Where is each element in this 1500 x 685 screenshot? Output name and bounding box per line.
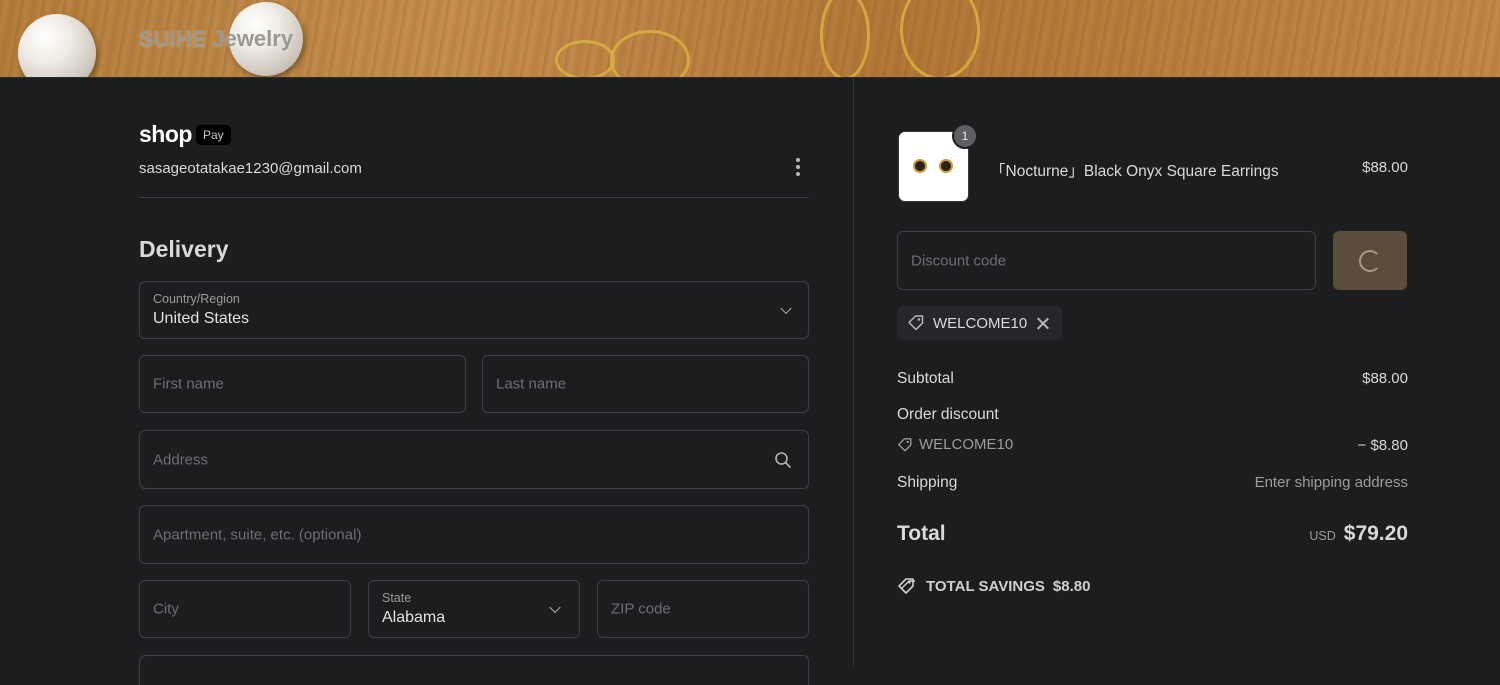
- chain-decoration: [555, 40, 615, 77]
- loading-spinner-icon: [1359, 250, 1381, 272]
- subtotal-value: $88.00: [1362, 370, 1408, 387]
- pearl-decoration: [18, 14, 96, 77]
- chevron-down-icon: [780, 302, 792, 315]
- address-placeholder: Address: [153, 451, 209, 468]
- last-name-input[interactable]: Last name: [482, 355, 809, 413]
- zip-placeholder: ZIP code: [611, 600, 671, 618]
- discount-code-input[interactable]: Discount code: [897, 231, 1316, 290]
- phone-input[interactable]: [139, 655, 809, 685]
- delivery-heading: Delivery: [139, 236, 229, 262]
- quantity-badge: 1: [952, 123, 978, 149]
- account-email: sasageotatakae1230@gmail.com: [139, 160, 362, 177]
- country-label: Country/Region: [153, 292, 240, 306]
- total-currency: USD: [1309, 529, 1336, 543]
- address-input[interactable]: Address: [139, 430, 809, 489]
- order-summary-panel: 1 「Nocturne」Black Onyx Square Earrings $…: [855, 78, 1500, 666]
- country-select[interactable]: Country/Region United States: [139, 281, 809, 339]
- first-name-input[interactable]: First name: [139, 355, 466, 413]
- search-icon[interactable]: [774, 451, 792, 469]
- state-label: State: [382, 591, 412, 605]
- store-banner: SUIHE Jewelry: [0, 0, 1500, 78]
- total-amount: $79.20: [1343, 522, 1408, 545]
- tag-icon: [898, 437, 912, 451]
- total-label: Total: [897, 522, 946, 545]
- order-discount-label: Order discount: [897, 406, 999, 423]
- total-savings-row: TOTAL SAVINGS $8.80: [897, 577, 1090, 595]
- shop-wordmark: shop: [139, 121, 192, 147]
- more-options-icon[interactable]: [790, 156, 806, 178]
- discount-code-placeholder: Discount code: [911, 252, 1007, 269]
- city-placeholder: City: [153, 600, 179, 618]
- applied-discount-chip: WELCOME10: [897, 306, 1062, 340]
- apartment-input[interactable]: Apartment, suite, etc. (optional): [139, 505, 809, 564]
- city-input[interactable]: City: [139, 580, 351, 638]
- earring-image: [915, 161, 925, 171]
- subtotal-label: Subtotal: [897, 370, 954, 387]
- applied-discount-code: WELCOME10: [933, 314, 1028, 332]
- last-name-placeholder: Last name: [496, 375, 567, 393]
- tag-icon: [908, 315, 924, 331]
- apply-discount-button[interactable]: [1333, 231, 1407, 290]
- chain-decoration: [900, 0, 980, 77]
- zip-input[interactable]: ZIP code: [597, 580, 809, 638]
- savings-tag-icon: [898, 578, 915, 594]
- product-price: $88.00: [1362, 159, 1408, 176]
- first-name-placeholder: First name: [153, 375, 224, 393]
- checkout-form-panel: shop Pay sasageotatakae1230@gmail.com De…: [0, 78, 854, 685]
- discount-amount: − $8.80: [1357, 437, 1408, 454]
- remove-discount-icon[interactable]: [1036, 317, 1049, 330]
- earring-image: [941, 161, 951, 171]
- shipping-label: Shipping: [897, 474, 958, 491]
- apartment-placeholder: Apartment, suite, etc. (optional): [153, 526, 362, 543]
- divider: [139, 197, 809, 198]
- shop-pay-logo: shop Pay: [139, 121, 231, 148]
- chain-decoration: [610, 30, 690, 77]
- shipping-value: Enter shipping address: [1254, 474, 1408, 491]
- country-value: United States: [153, 310, 250, 327]
- discount-code-row: WELCOME10: [897, 436, 1013, 453]
- state-value: Alabama: [382, 609, 446, 626]
- total-savings-amount: $8.80: [1052, 577, 1091, 595]
- discount-code-name: WELCOME10: [919, 436, 1014, 453]
- chevron-down-icon: [549, 601, 561, 614]
- pay-badge: Pay: [195, 124, 231, 145]
- product-name: 「Nocturne」Black Onyx Square Earrings: [990, 163, 1279, 180]
- total-amount-group: USD $79.20: [1309, 522, 1408, 546]
- chain-decoration: [820, 0, 870, 77]
- total-savings-label: TOTAL SAVINGS: [926, 577, 1045, 595]
- store-logo-link[interactable]: SUIHE Jewelry: [139, 26, 293, 52]
- state-select[interactable]: State Alabama: [368, 580, 580, 638]
